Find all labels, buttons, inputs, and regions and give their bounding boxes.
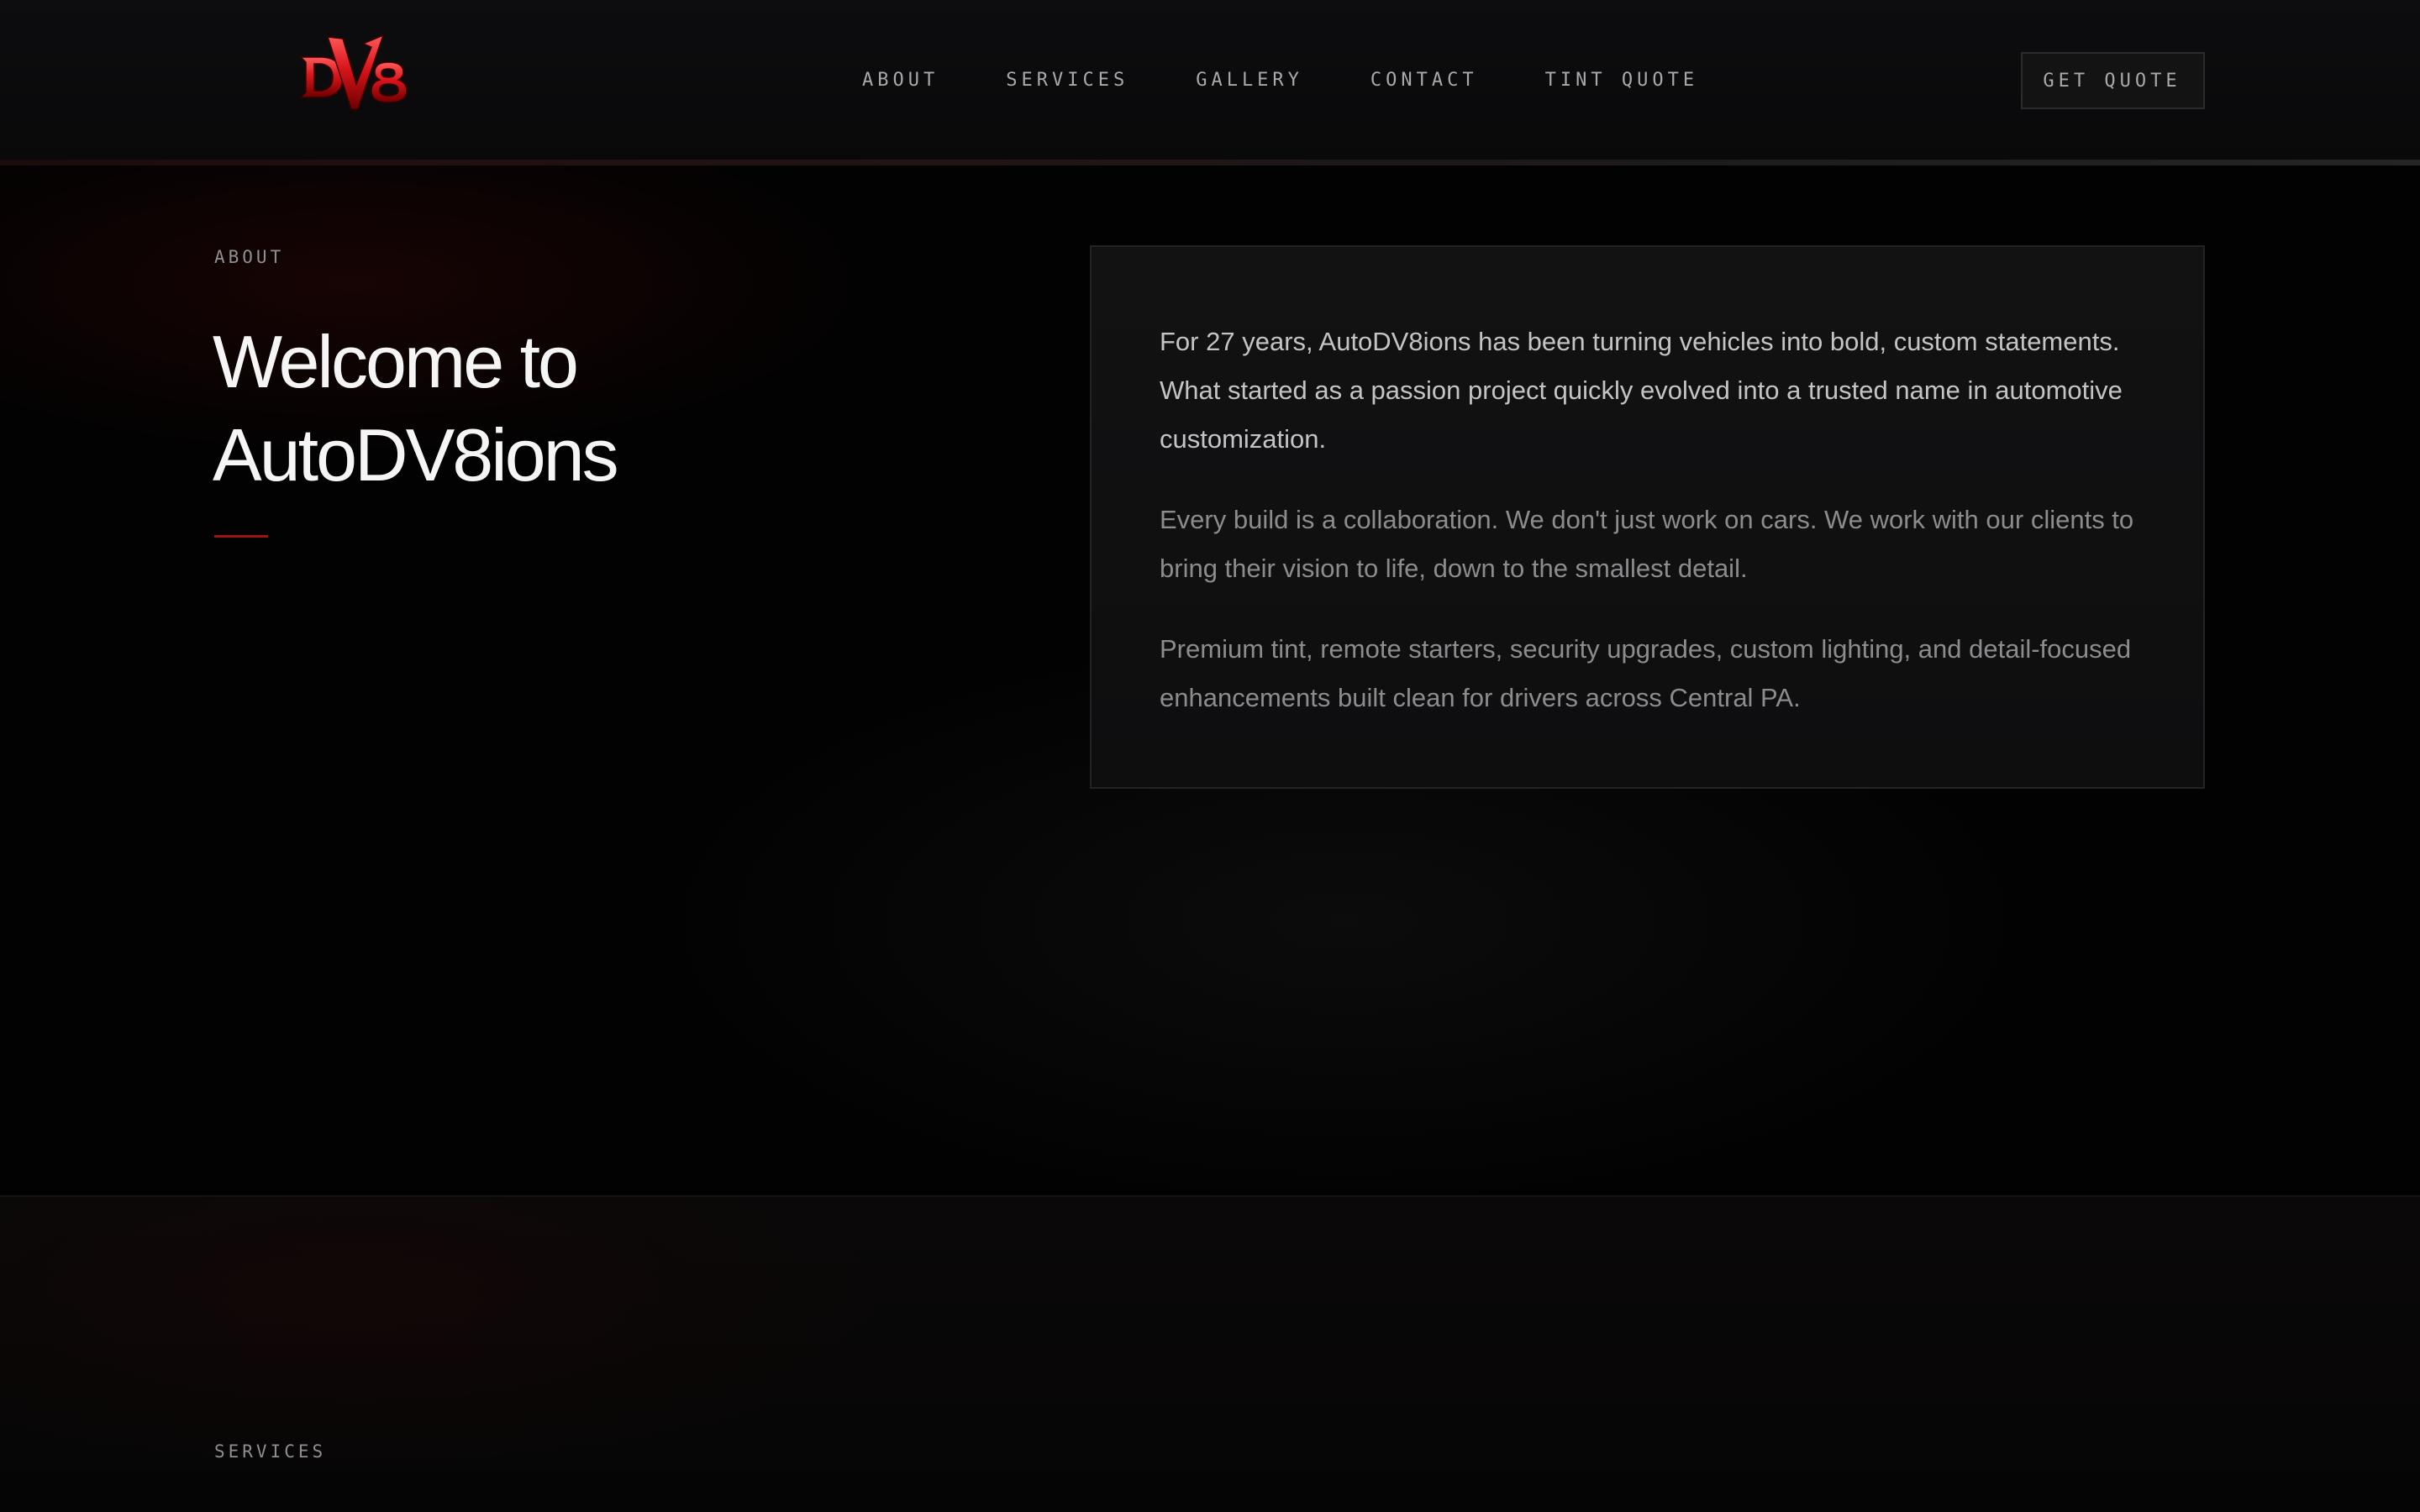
- main-navigation: ABOUT SERVICES GALLERY CONTACT TINT QUOT…: [862, 66, 1698, 94]
- header-divider: [0, 160, 2420, 165]
- nav-link-services[interactable]: SERVICES: [1006, 70, 1128, 91]
- about-title: Welcome to AutoDV8ions: [213, 315, 969, 501]
- dv8-logo-icon: [299, 34, 408, 110]
- about-title-line-1: Welcome to: [213, 320, 579, 403]
- about-section-kicker: ABOUT: [214, 247, 285, 267]
- about-title-line-2: AutoDV8ions: [213, 413, 619, 496]
- services-section-kicker: SERVICES: [214, 1441, 327, 1462]
- nav-link-contact[interactable]: CONTACT: [1370, 70, 1478, 91]
- brand-logo[interactable]: [294, 29, 412, 113]
- services-section: [0, 1197, 2420, 1512]
- nav-link-about[interactable]: ABOUT: [862, 70, 939, 91]
- nav-link-tint-quote[interactable]: TINT QUOTE: [1545, 70, 1698, 91]
- site-header: ABOUT SERVICES GALLERY CONTACT TINT QUOT…: [0, 0, 2420, 163]
- about-paragraph-offerings: Premium tint, remote starters, security …: [1160, 634, 2132, 712]
- about-paragraph-intro: For 27 years, AutoDV8ions has been turni…: [1160, 327, 2123, 454]
- about-paragraph-collaboration: Every build is a collaboration. We don't…: [1160, 505, 2134, 583]
- about-text-card: For 27 years, AutoDV8ions has been turni…: [1090, 245, 2205, 789]
- title-accent-divider: [214, 535, 268, 538]
- nav-link-gallery[interactable]: GALLERY: [1196, 70, 1303, 91]
- get-quote-button[interactable]: GET QUOTE: [2021, 52, 2205, 109]
